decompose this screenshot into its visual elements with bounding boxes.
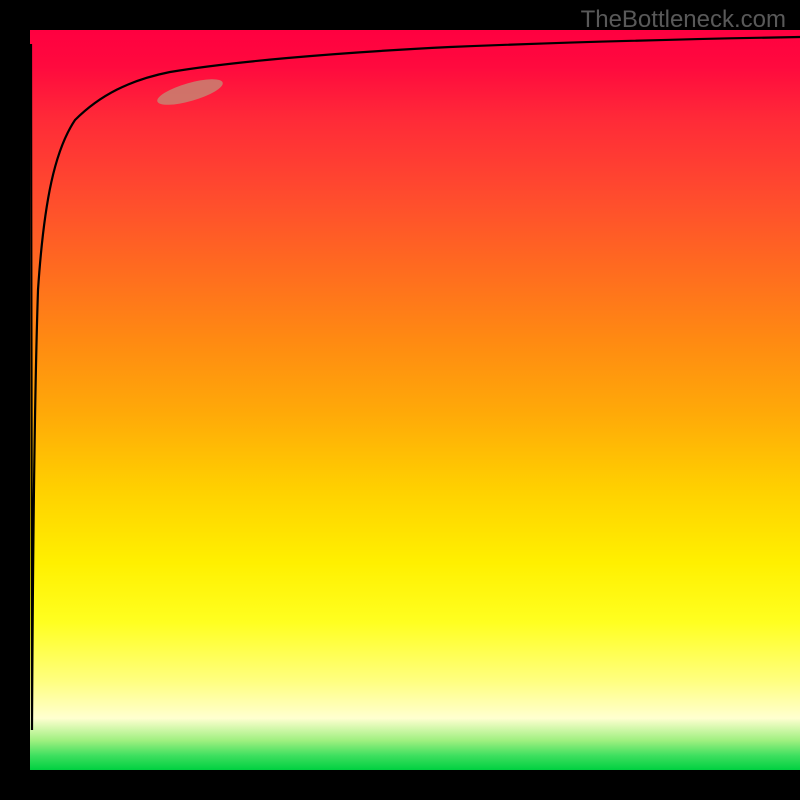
- attribution-label: TheBottleneck.com: [581, 6, 786, 34]
- plot-area: [30, 30, 800, 770]
- bottleneck-curve: [31, 37, 800, 730]
- curve-svg: [30, 30, 800, 770]
- highlight-segment: [155, 74, 225, 110]
